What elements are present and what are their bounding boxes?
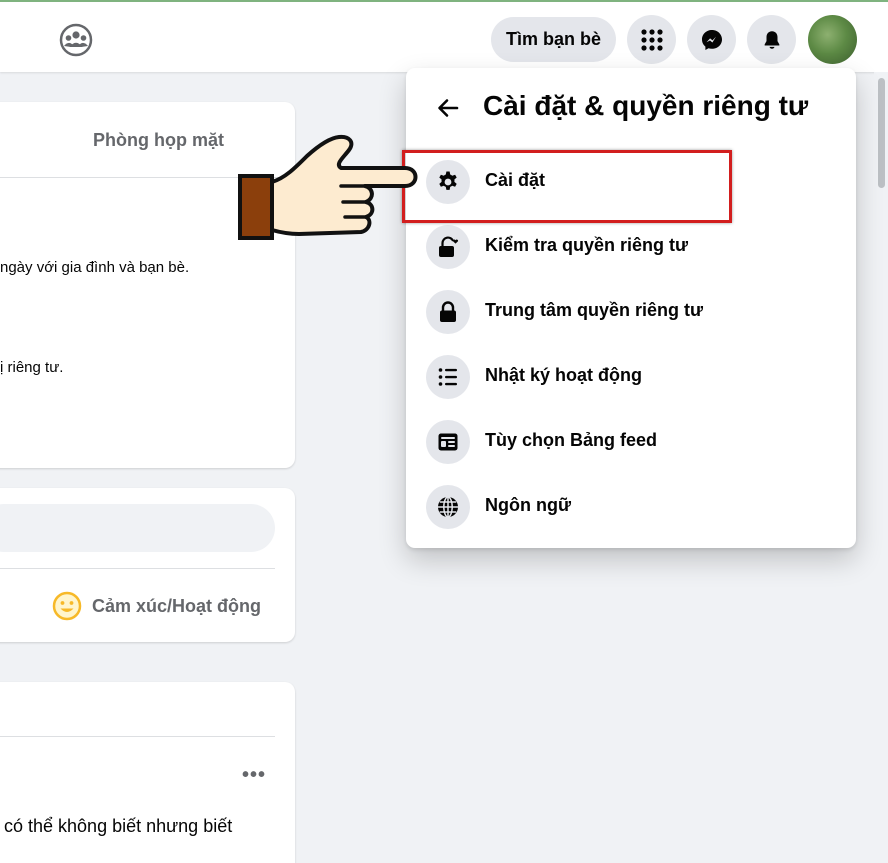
menu-item-label: Tùy chọn Bảng feed: [485, 430, 658, 450]
card-text-line: ngày với gia đình và bạn bè.: [0, 259, 190, 276]
highlight-box: [402, 150, 732, 223]
feeling-activity-label: Cảm xúc/Hoạt động: [92, 595, 262, 616]
smiley-icon: [52, 591, 82, 621]
menu-item-privacy-center[interactable]: Trung tâm quyền riêng tư: [414, 282, 848, 342]
pointing-hand-icon: [237, 132, 420, 242]
globe-icon: [426, 485, 470, 529]
find-friends-button[interactable]: Tìm bạn bè: [491, 17, 616, 62]
find-friends-label: Tìm bạn bè: [505, 29, 601, 49]
back-arrow-icon[interactable]: [434, 94, 462, 122]
lock-heart-icon: [426, 225, 470, 269]
lock-icon: [426, 290, 470, 334]
menu-item-label: Trung tâm quyền riêng tư: [485, 300, 704, 320]
menu-title: Cài đặt & quyền riêng tư: [483, 90, 809, 121]
avatar[interactable]: [808, 15, 857, 64]
rooms-tab[interactable]: Phòng họp mặt: [93, 130, 224, 151]
settings-privacy-menu: Cài đặt & quyền riêng tư Cài đặt Kiểm tr…: [406, 68, 856, 548]
scrollbar-thumb[interactable]: [878, 78, 885, 188]
messenger-icon: [701, 29, 722, 50]
post-text-line: có thể không biết nhưng biết: [4, 816, 233, 836]
page-scrollbar[interactable]: [874, 72, 888, 863]
feed-post-card: ••• có thể không biết nhưng biết: [0, 682, 295, 863]
list-icon: [426, 355, 470, 399]
feeling-activity-button[interactable]: Cảm xúc/Hoạt động: [52, 591, 261, 621]
groups-icon[interactable]: [58, 22, 94, 58]
composer-input[interactable]: [0, 504, 275, 552]
post-composer-card: Cảm xúc/Hoạt động: [0, 488, 295, 642]
menu-item-feed-preferences[interactable]: Tùy chọn Bảng feed: [414, 412, 848, 472]
menu-item-activity-log[interactable]: Nhật ký hoạt động: [414, 347, 848, 407]
menu-grid-button[interactable]: [627, 15, 676, 64]
menu-item-language[interactable]: Ngôn ngữ: [414, 477, 848, 537]
messenger-button[interactable]: [687, 15, 736, 64]
menu-item-label: Nhật ký hoạt động: [485, 365, 642, 385]
card-text-line: ị riêng tư.: [0, 359, 64, 376]
menu-item-label: Kiểm tra quyền riêng tư: [485, 235, 689, 255]
menu-item-label: Ngôn ngữ: [485, 495, 572, 515]
more-options-icon[interactable]: •••: [242, 764, 266, 787]
divider: [0, 568, 275, 569]
feed-icon: [426, 420, 470, 464]
top-navigation-bar: Tìm bạn bè: [0, 0, 888, 72]
menu-grid-icon: [640, 28, 663, 51]
notifications-button[interactable]: [747, 15, 796, 64]
divider: [0, 736, 275, 737]
bell-icon: [764, 30, 779, 49]
menu-item-privacy-checkup[interactable]: Kiểm tra quyền riêng tư: [414, 217, 848, 277]
